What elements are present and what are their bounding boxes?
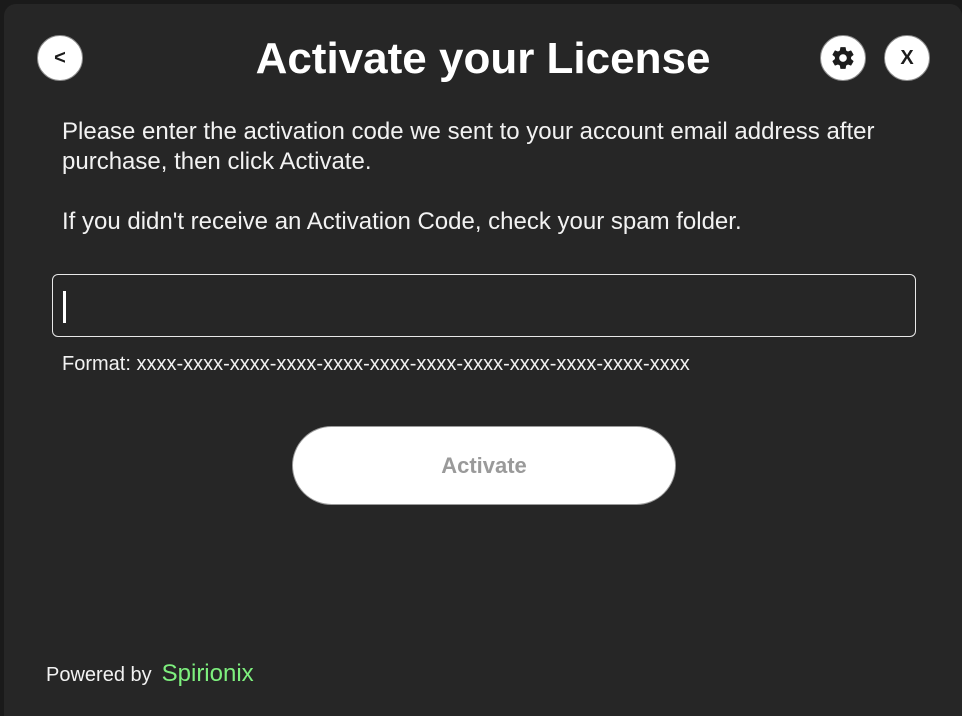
- gear-icon: [832, 47, 854, 69]
- activate-button[interactable]: Activate: [292, 426, 676, 505]
- brand-name: Spirionix: [161, 660, 254, 687]
- footer: Powered by Spirionix: [46, 660, 254, 688]
- instructions-paragraph: Please enter the activation code we sent…: [62, 118, 875, 175]
- page-title: Activate your License: [255, 34, 711, 83]
- close-icon: X: [900, 46, 914, 69]
- format-hint: Format: xxxx-xxxx-xxxx-xxxx-xxxx-xxxx-xx…: [62, 353, 690, 375]
- spam-hint-paragraph: If you didn't receive an Activation Code…: [62, 208, 742, 235]
- license-dialog: < Activate your License X Please enter t…: [4, 4, 962, 716]
- text-cursor: [63, 291, 66, 323]
- settings-button[interactable]: [820, 35, 866, 81]
- activation-code-input[interactable]: [52, 274, 916, 337]
- powered-by-label: Powered by: [46, 664, 152, 686]
- instructions: Please enter the activation code we sent…: [62, 117, 882, 237]
- close-button[interactable]: X: [884, 35, 930, 81]
